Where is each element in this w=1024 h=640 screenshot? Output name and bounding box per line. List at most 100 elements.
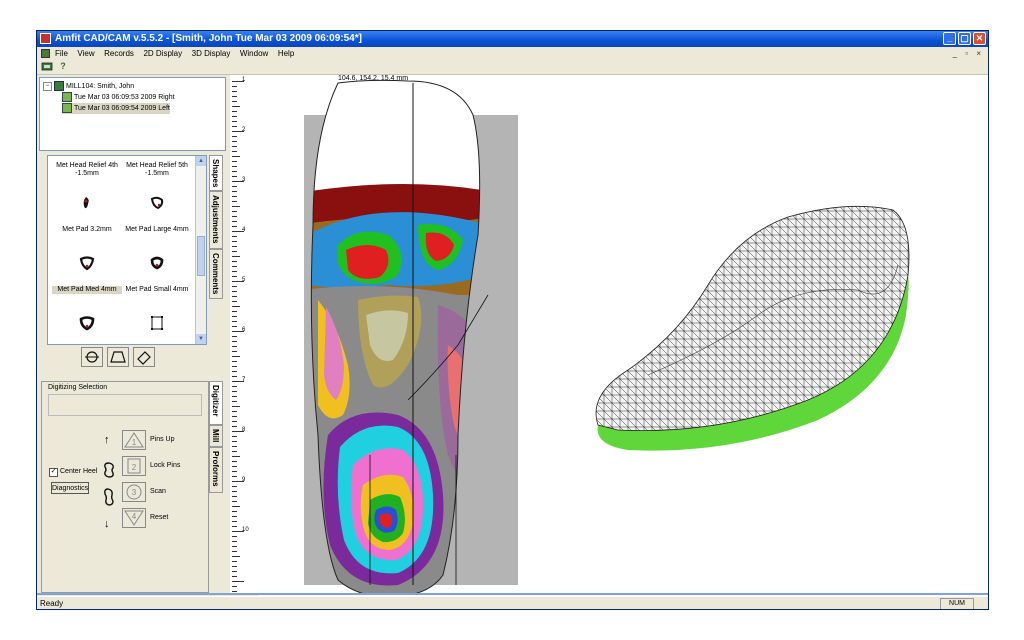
menu-3d-display[interactable]: 3D Display <box>192 47 231 60</box>
pressure-map-2d[interactable] <box>258 75 518 595</box>
met-pad-med-4mm-icon[interactable] <box>78 314 96 332</box>
met-head-relief-5th-icon[interactable] <box>148 194 166 212</box>
tree-collapse-icon[interactable]: − <box>43 81 52 91</box>
scroll-down-arrow-icon[interactable]: ▼ <box>196 334 206 344</box>
trapezoid-tool-button[interactable] <box>107 347 129 367</box>
ruler-tick <box>232 141 237 142</box>
document-icon[interactable] <box>41 49 50 58</box>
tab-adjustments[interactable]: Adjustments <box>209 191 223 249</box>
pins-up-label[interactable]: Pins Up <box>150 436 175 443</box>
ruler-tick <box>232 246 237 247</box>
patient-icon <box>54 81 64 91</box>
ruler-tick <box>232 196 237 197</box>
amfit-app-icon[interactable] <box>40 33 51 44</box>
shape-met-head-relief-4th-label[interactable]: Met Head Relief 4th -1.5mm <box>52 162 122 178</box>
menu-help[interactable]: Help <box>278 47 294 60</box>
scroll-up-arrow-icon[interactable]: ▲ <box>196 156 206 166</box>
ruler-tick <box>232 446 237 447</box>
menu-window[interactable]: Window <box>240 47 268 60</box>
ruler-tick <box>232 511 237 512</box>
reset-label[interactable]: Reset <box>150 514 168 521</box>
scroll-thumb[interactable] <box>197 236 205 276</box>
tree-patient-label: MILL104: Smith, John <box>66 82 135 90</box>
tab-digitizer[interactable]: Digitizer <box>209 381 223 425</box>
ruler-tick <box>232 101 237 102</box>
insole-3d-mesh[interactable] <box>588 195 928 455</box>
lock-pins-label[interactable]: Lock Pins <box>150 462 180 469</box>
ruler-tick <box>232 166 237 167</box>
rotate-tool-icon <box>85 351 99 363</box>
scan-button[interactable]: 3 <box>122 482 146 502</box>
window-title: Amfit CAD/CAM v.5.5.2 - [Smith, John Tue… <box>55 33 362 44</box>
ruler-label: 6 <box>242 327 246 333</box>
ruler-tick <box>232 591 237 592</box>
ruler-tick <box>232 526 237 527</box>
maximize-button[interactable]: ▢ <box>958 32 971 45</box>
insole-mesh-wireframe <box>595 205 910 432</box>
shape-met-pad-3-2mm-label[interactable]: Met Pad 3.2mm <box>52 226 122 234</box>
ruler-tick <box>232 86 237 87</box>
tab-shapes[interactable]: Shapes <box>209 155 223 191</box>
svg-text:2: 2 <box>132 463 137 472</box>
menu-file[interactable]: File <box>55 47 68 60</box>
menu-view[interactable]: View <box>77 47 94 60</box>
mdi-window-controls[interactable]: _ ▫ × <box>953 47 984 60</box>
ruler-tick <box>232 496 237 497</box>
ruler-tick <box>232 536 237 537</box>
eraser-tool-button[interactable] <box>133 347 155 367</box>
ruler-tick <box>232 176 237 177</box>
lock-pins-button[interactable]: 2 <box>122 456 146 476</box>
tab-proforms[interactable]: Proforms <box>209 447 223 493</box>
tree-scan-row[interactable]: Tue Mar 03 06:09:53 2009 Right <box>62 92 175 103</box>
tree-patient-row[interactable]: − MILL104: Smith, John <box>43 81 134 92</box>
menu-2d-display[interactable]: 2D Display <box>143 47 182 60</box>
mill-icon[interactable] <box>41 61 53 72</box>
help-icon[interactable]: ? <box>57 61 69 72</box>
rectangle-shape-icon[interactable] <box>148 314 166 332</box>
close-button[interactable]: ✕ <box>973 32 986 45</box>
shape-met-head-relief-5th-label[interactable]: Met Head Relief 5th -1.5mm <box>122 162 192 178</box>
met-pad-large-4mm-icon[interactable] <box>148 254 166 272</box>
ruler-tick <box>232 491 237 492</box>
shapes-scrollbar[interactable]: ▲ ▼ <box>195 156 206 344</box>
ruler-tick <box>232 286 237 287</box>
reset-button[interactable]: 4 <box>122 508 146 528</box>
met-pad-3-2mm-icon[interactable] <box>78 254 96 272</box>
tab-comments[interactable]: Comments <box>209 249 223 299</box>
ruler-tick <box>232 326 237 327</box>
minimize-button[interactable]: _ <box>943 32 956 45</box>
ruler-tick <box>232 146 237 147</box>
shape-met-pad-large-4mm-label[interactable]: Met Pad Large 4mm <box>122 226 192 234</box>
rotate-tool-button[interactable] <box>81 347 103 367</box>
ruler-tick <box>232 266 237 267</box>
ruler-tick <box>232 571 237 572</box>
pins-up-button[interactable]: 1 <box>122 430 146 450</box>
tab-mill[interactable]: Mill <box>209 425 223 447</box>
viewer-area[interactable]: 104.6, 154.2, 15.4 mm <box>258 75 988 596</box>
ruler-tick <box>232 476 237 477</box>
ruler-tick <box>232 516 237 517</box>
ruler-tick <box>232 241 237 242</box>
ruler-tick <box>232 551 237 552</box>
scan-label[interactable]: Scan <box>150 488 166 495</box>
ruler-tick <box>232 346 237 347</box>
ruler-tick <box>232 236 237 237</box>
ruler-tick <box>232 466 237 467</box>
tree-scan-row-selected[interactable]: Tue Mar 03 06:09:54 2009 Left <box>62 103 170 114</box>
diagnostics-button[interactable]: Diagnostics <box>51 482 89 494</box>
center-heel-checkbox[interactable]: ✓ <box>49 468 58 477</box>
menu-records[interactable]: Records <box>104 47 134 60</box>
square-2-icon: 2 <box>127 458 141 474</box>
tree-scan-label: Tue Mar 03 06:09:54 2009 Left <box>74 104 170 112</box>
patient-tree[interactable]: − MILL104: Smith, John Tue Mar 03 06:09:5… <box>39 77 226 151</box>
scan-icon <box>62 103 72 113</box>
shape-met-pad-small-4mm-label[interactable]: Met Pad Small 4mm <box>122 286 192 294</box>
met-head-relief-4th-icon[interactable] <box>78 194 96 212</box>
ruler-tick <box>232 576 237 577</box>
title-bar[interactable]: Amfit CAD/CAM v.5.5.2 - [Smith, John Tue… <box>37 31 988 47</box>
ruler-tick <box>232 261 237 262</box>
digitizing-selection-box[interactable] <box>48 394 202 416</box>
ruler-tick <box>232 201 237 202</box>
ruler-tick <box>232 461 237 462</box>
shape-met-pad-med-4mm-label[interactable]: Met Pad Med 4mm <box>52 286 122 294</box>
